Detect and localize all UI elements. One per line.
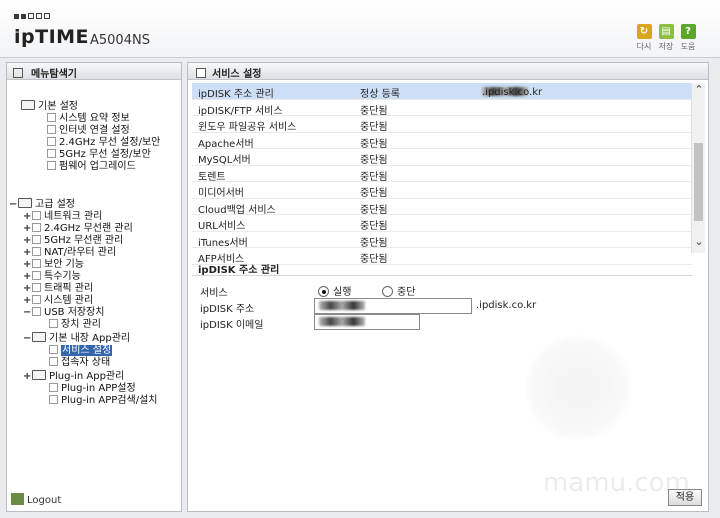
main-panel: 서비스 설정 mamu.com ipDISK 주소 관리 정상 등록 .ipdisk…	[187, 62, 709, 512]
scroll-up-icon[interactable]: ⌃	[693, 83, 705, 96]
tree-item-plugin-install[interactable]: Plug-in APP검색/설치	[49, 391, 157, 406]
redacted-text	[319, 317, 365, 326]
service-label: 서비스	[200, 288, 228, 299]
page-icon	[49, 319, 58, 328]
refresh-icon: ↻	[636, 24, 652, 39]
service-row[interactable]: Cloud백업 서비스 중단됨	[192, 199, 692, 216]
service-list: ipDISK 주소 관리 정상 등록 .ipdisk.co.kr ipDISK/FT…	[192, 83, 692, 265]
section-title: ipDISK 주소 관리	[198, 265, 280, 276]
logo-mark	[14, 11, 52, 22]
logout-icon	[11, 493, 24, 505]
ipdisk-email-input[interactable]	[314, 314, 420, 330]
logout-link[interactable]: Logout	[11, 493, 61, 506]
page-icon	[47, 161, 56, 170]
service-row[interactable]: Apache서버 중단됨	[192, 133, 692, 150]
divider	[192, 275, 692, 276]
folder-icon	[21, 100, 35, 110]
help-button[interactable]: ? 도움	[677, 24, 699, 52]
service-row[interactable]: URL서비스 중단됨	[192, 215, 692, 232]
redacted-text	[319, 301, 365, 310]
refresh-button[interactable]: ↻ 다시	[633, 24, 655, 52]
radio-dot	[382, 286, 393, 297]
service-row[interactable]: MySQL서버 중단됨	[192, 149, 692, 166]
menu-explorer: 메뉴탐색기 기본 설정 시스템 요약 정보 인터넷 연결 설정 2.4GHz 무…	[6, 62, 182, 512]
page-icon	[49, 357, 58, 366]
watermark-graphic	[523, 333, 633, 443]
service-row[interactable]: 토렌트 중단됨	[192, 166, 692, 183]
model-name: A5004NS	[90, 33, 150, 48]
folder-icon	[32, 332, 46, 342]
radio-dot	[318, 286, 329, 297]
scroll-thumb[interactable]	[694, 143, 703, 221]
service-row[interactable]: ipDISK/FTP 서비스 중단됨	[192, 100, 692, 117]
usb-icon	[32, 307, 41, 316]
save-button[interactable]: ▤ 저장	[655, 24, 677, 52]
scroll-down-icon[interactable]: ⌄	[693, 235, 705, 248]
service-row[interactable]: iTunes서버 중단됨	[192, 232, 692, 249]
brand-logo: ipTIME	[14, 26, 90, 48]
service-row[interactable]: ipDISK 주소 관리 정상 등록 .ipdisk.co.kr	[192, 83, 692, 100]
service-list-scrollbar[interactable]: ⌃ ⌄	[691, 83, 705, 253]
apply-button[interactable]: 적용	[668, 489, 702, 506]
radio-stop[interactable]: 중단	[382, 283, 415, 298]
folder-icon	[32, 370, 46, 380]
help-icon: ?	[680, 24, 696, 39]
service-row[interactable]: 미디어서버 중단됨	[192, 182, 692, 199]
main-panel-header: 서비스 설정	[188, 63, 708, 80]
header: ipTIME A5004NS ↻ 다시 ▤ 저장 ? 도움	[0, 0, 720, 58]
tree-item-firmware[interactable]: 펌웨어 업그레이드	[47, 157, 136, 172]
ipdisk-domain-suffix: .ipdisk.co.kr	[476, 300, 537, 311]
menu-explorer-header: 메뉴탐색기	[7, 63, 181, 80]
window-icon	[196, 68, 206, 78]
tree-item-connection-status[interactable]: 접속자 상태	[49, 353, 110, 368]
page-icon	[49, 395, 58, 404]
ipdisk-address-input[interactable]	[314, 298, 472, 314]
ipdisk-email-label: ipDISK 이메일	[200, 320, 264, 331]
service-row[interactable]: 윈도우 파일공유 서비스 중단됨	[192, 116, 692, 133]
ipdisk-address-label: ipDISK 주소	[200, 304, 255, 315]
tree-item-device-mgmt[interactable]: 장치 관리	[49, 315, 101, 330]
save-icon: ▤	[658, 24, 674, 39]
radio-run[interactable]: 실행	[318, 283, 351, 298]
search-icon	[13, 68, 23, 78]
